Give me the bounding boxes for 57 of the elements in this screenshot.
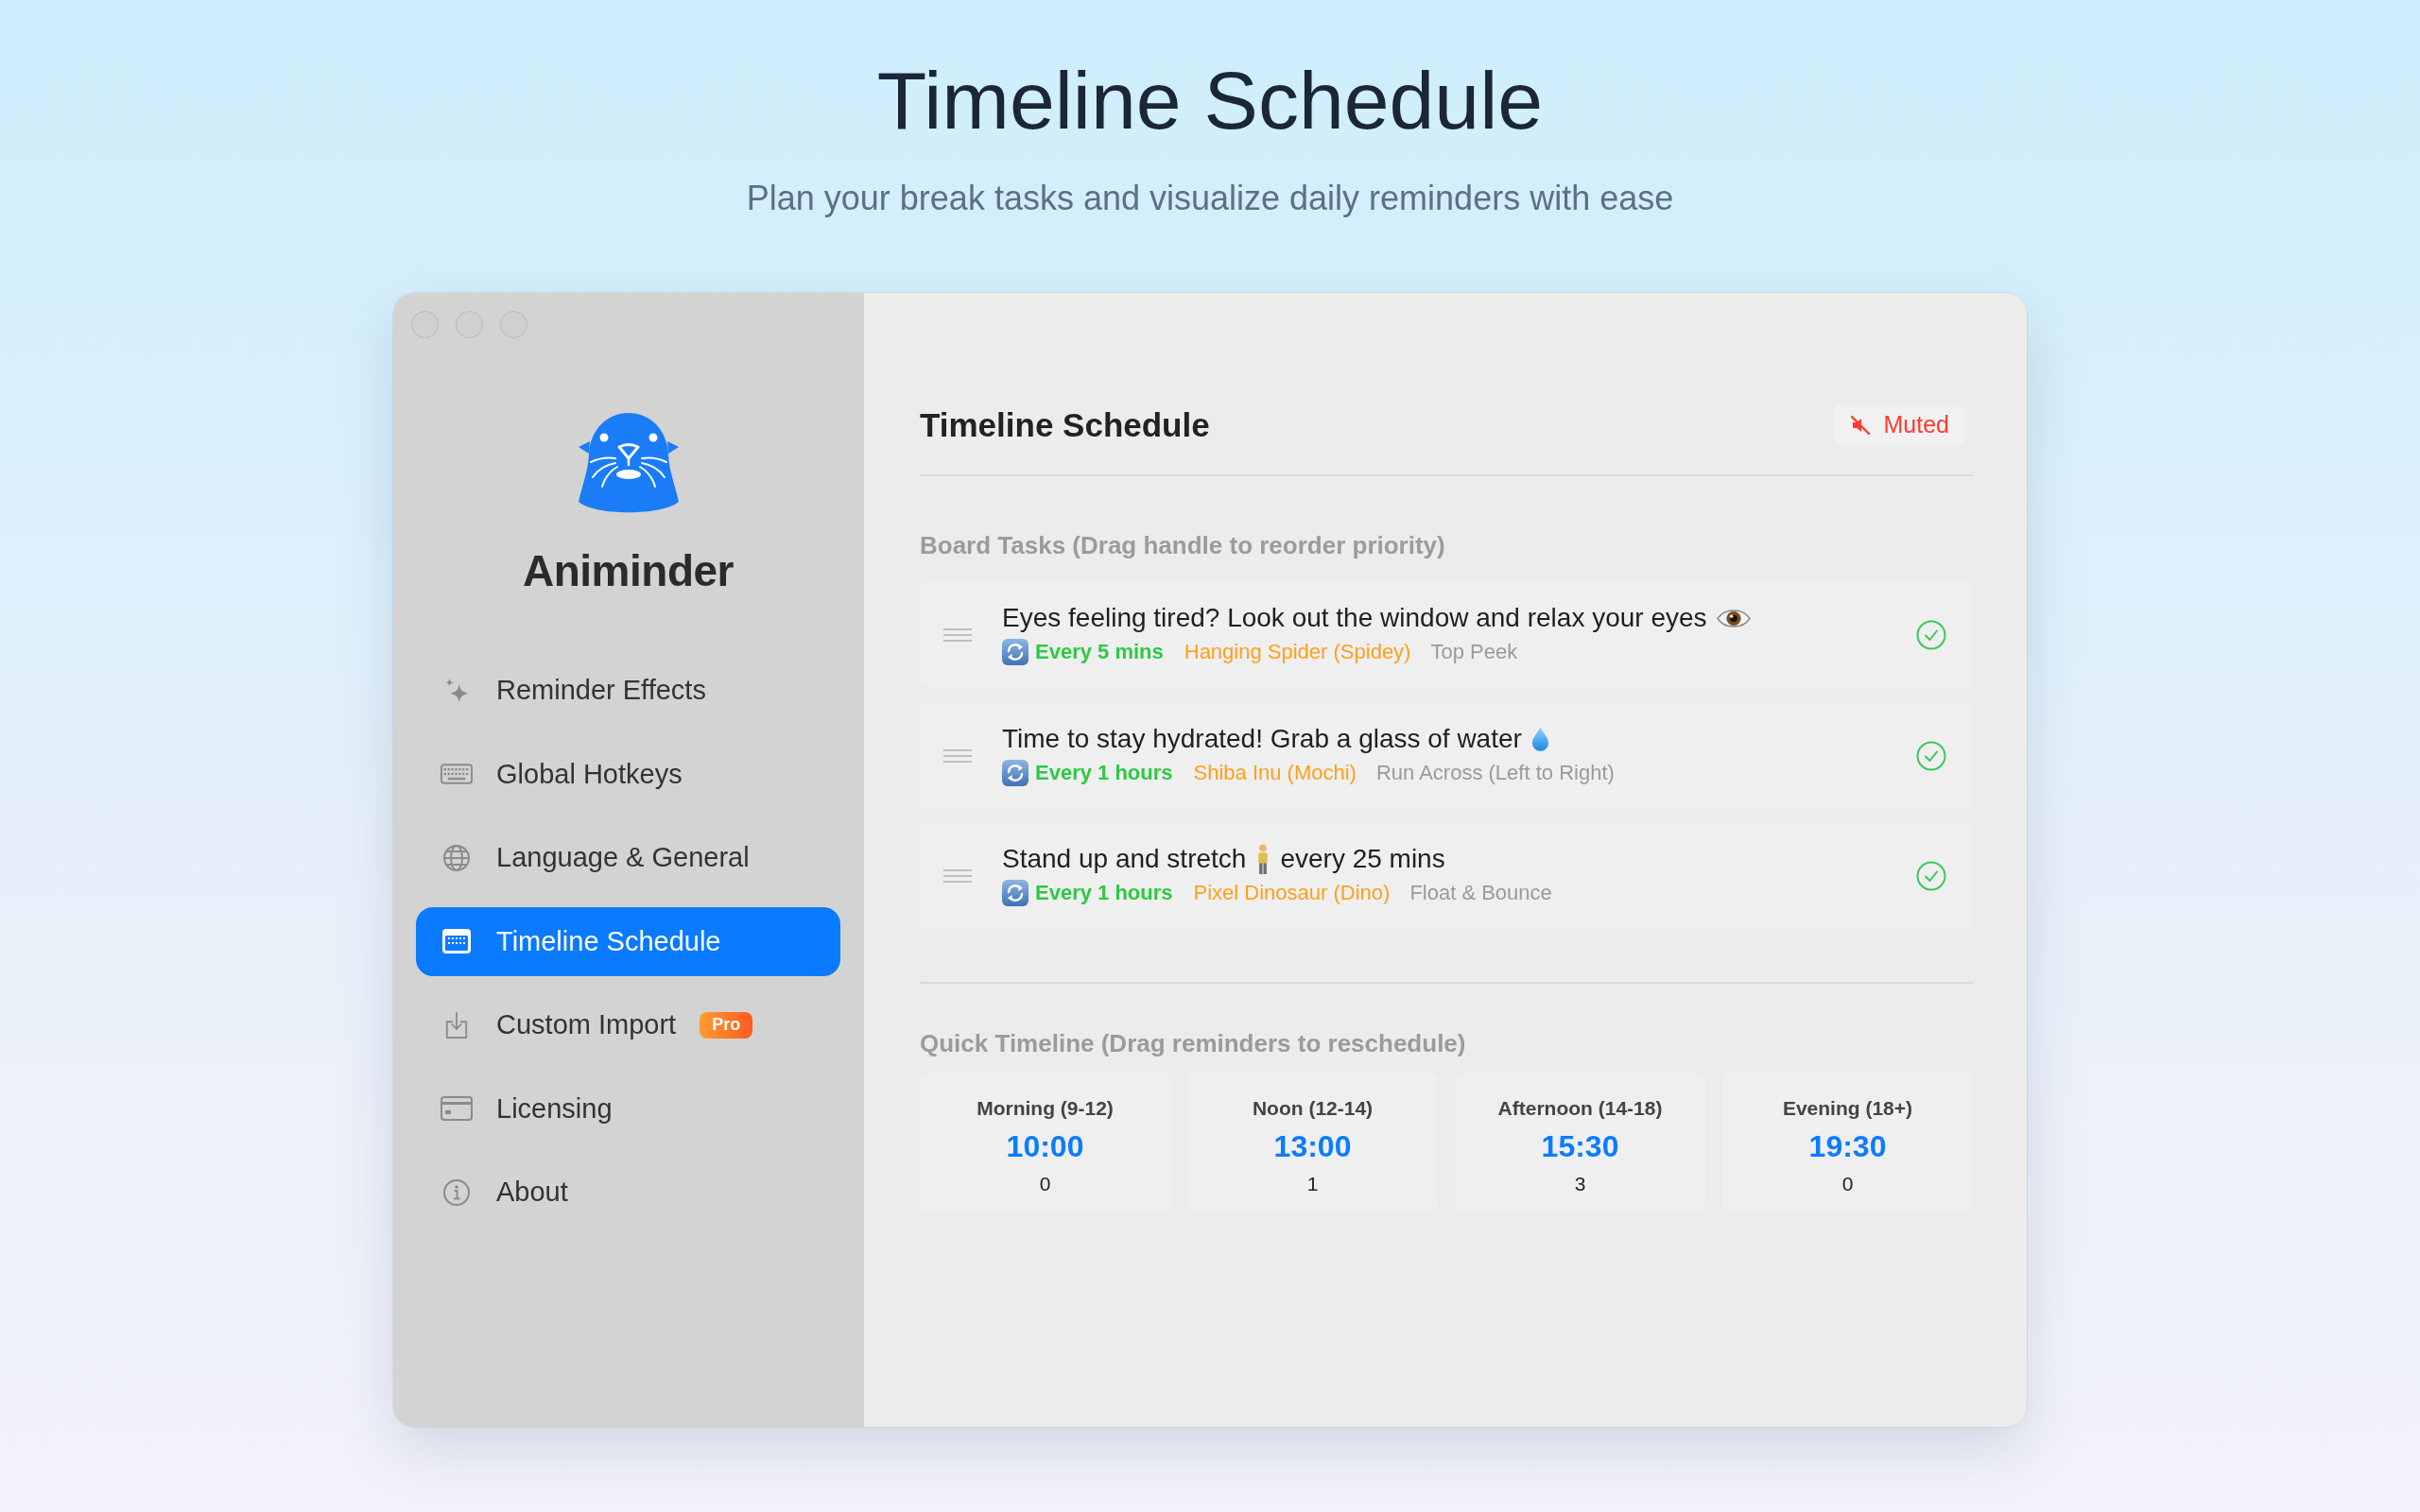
task-title: Time to stay hydrated! Grab a glass of water [1002, 722, 1522, 755]
globe-icon [442, 843, 471, 872]
check-circle-icon[interactable] [1916, 861, 1946, 891]
slot-label: Evening (18+) [1782, 1096, 1913, 1121]
slot-count: 3 [1574, 1172, 1586, 1196]
page-subtitle: Plan your break tasks and visualize daily reminders with ease [746, 180, 1674, 217]
task-title: Eyes feeling tired? Look out the window and relax your eyes [1002, 602, 1707, 634]
sidebar-item[interactable]: Global Hotkeys [416, 739, 840, 809]
slot-count: 0 [1039, 1172, 1051, 1196]
sidebar-item[interactable]: Language & General [416, 823, 840, 892]
animation-name: Top Peek [1430, 639, 1518, 665]
repeat-icon [1002, 639, 1028, 665]
slot-time: 13:00 [1273, 1128, 1352, 1165]
character-name: Pixel Dinosaur (Dino) [1193, 880, 1391, 906]
keyboard-icon [441, 764, 473, 784]
task-title: every 25 mins [1280, 843, 1445, 875]
task-title: Stand up and stretch [1002, 843, 1247, 875]
character-name: Shiba Inu (Mochi) [1193, 759, 1357, 786]
card-icon [441, 1096, 473, 1121]
slot-time: 15:30 [1541, 1128, 1619, 1165]
interval-label: Every 5 mins [1035, 639, 1164, 665]
interval-label: Every 1 hours [1035, 880, 1173, 906]
app-name: Animinder [522, 545, 735, 597]
character-name: Hanging Spider (Spidey) [1184, 639, 1411, 665]
animation-name: Float & Bounce [1409, 880, 1552, 906]
drag-handle-icon[interactable] [943, 748, 972, 763]
calendar-icon [442, 929, 471, 954]
animation-name: Run Across (Left to Right) [1375, 759, 1615, 786]
repeat-icon [1002, 880, 1028, 906]
drag-handle-icon[interactable] [943, 869, 972, 883]
section-heading: Board Tasks (Drag handle to reorder priority) [920, 530, 1446, 560]
repeat-icon [1002, 759, 1028, 786]
speaker-muted-icon [1849, 414, 1871, 436]
interval-label: Every 1 hours [1035, 759, 1173, 786]
panel-title: Timeline Schedule [920, 405, 1210, 445]
droplet-icon [1530, 726, 1549, 751]
sidebar-item[interactable]: Licensing [416, 1074, 840, 1143]
check-circle-icon[interactable] [1916, 620, 1946, 650]
check-circle-icon[interactable] [1916, 740, 1946, 771]
slot-time: 10:00 [1006, 1128, 1084, 1165]
sidebar-item[interactable]: Reminder Effects [416, 656, 840, 725]
sidebar-item[interactable]: Custom Import Pro [416, 990, 840, 1059]
section-heading: Quick Timeline (Drag reminders to reschedule) [920, 1028, 1467, 1058]
page-title: Timeline Schedule [876, 59, 1544, 142]
slot-label: Noon (12-14) [1252, 1096, 1374, 1121]
pro-badge: Pro [700, 1011, 753, 1039]
window-control-button[interactable] [500, 311, 527, 338]
slot-label: Afternoon (14-18) [1497, 1096, 1663, 1121]
slot-label: Morning (9-12) [977, 1096, 1114, 1121]
slot-count: 0 [1841, 1172, 1854, 1196]
info-icon [442, 1177, 471, 1207]
tray-arrow-icon [444, 1010, 469, 1040]
slot-time: 19:30 [1808, 1128, 1887, 1165]
drag-handle-icon[interactable] [943, 628, 972, 642]
sidebar-item[interactable]: About [416, 1158, 840, 1227]
slot-count: 1 [1306, 1172, 1319, 1196]
sidebar-item[interactable]: Timeline Schedule [416, 906, 840, 976]
